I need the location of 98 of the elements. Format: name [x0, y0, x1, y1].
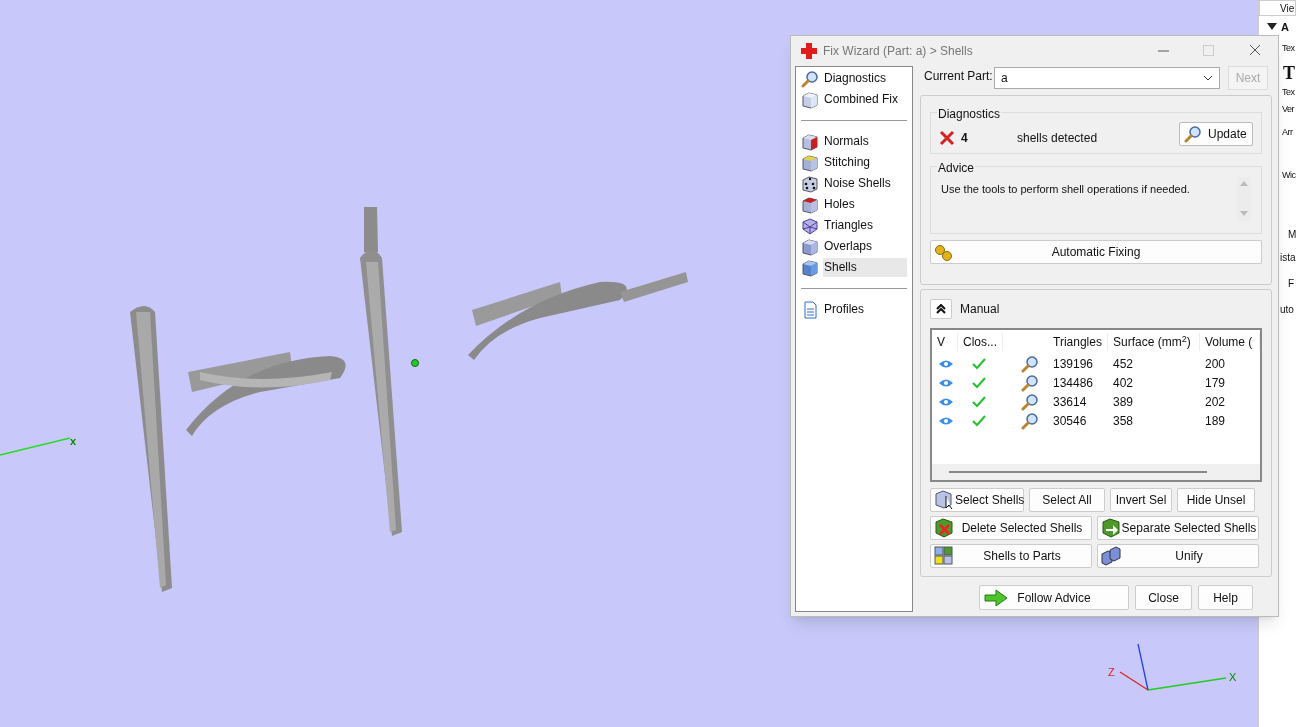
cross-icon	[801, 43, 817, 59]
axes-icon	[1119, 643, 1227, 691]
status-text: shells detected	[1017, 130, 1099, 147]
nav-item[interactable]: Stitching	[823, 153, 907, 172]
collapse-button[interactable]	[930, 299, 952, 319]
nav-item[interactable]: Combined Fix	[823, 90, 907, 109]
advice-text: Use the tools to perform shell operations if needed.	[941, 182, 1191, 197]
footer-button[interactable]: Help	[1198, 585, 1253, 610]
action-button[interactable]: Invert Sel	[1110, 488, 1172, 512]
nav-item[interactable]: Triangles	[823, 216, 907, 235]
cube-icon	[801, 237, 819, 256]
cube-icon	[801, 90, 819, 109]
table-cell-text: 200	[1204, 355, 1227, 373]
panel-label: ista	[1280, 250, 1296, 265]
table-cell-text: 389	[1112, 393, 1135, 411]
panel-label: uto	[1280, 302, 1294, 317]
table-cell-text: 134486	[1052, 374, 1095, 392]
magnifier-icon	[801, 69, 819, 88]
zoom-icon[interactable]	[1021, 392, 1039, 411]
automatic-fixing-button[interactable]: Automatic Fixing	[930, 240, 1262, 264]
table-cell-text: 452	[1112, 355, 1135, 373]
axis-label: X	[1229, 672, 1237, 683]
panel-label: M	[1288, 227, 1296, 242]
nav-item[interactable]: Overlaps	[823, 237, 907, 256]
joined-cubes-icon	[1101, 546, 1121, 566]
panel-label: Wic	[1282, 169, 1296, 183]
cube-icon	[801, 258, 819, 277]
table-cell-text: 202	[1204, 393, 1227, 411]
nav-item[interactable]: Normals	[823, 132, 907, 151]
action-button[interactable]: Delete Selected Shells	[930, 516, 1092, 540]
cube-cursor-icon	[934, 490, 954, 510]
axis-line	[0, 437, 71, 456]
action-button[interactable]: Unify	[1097, 544, 1259, 568]
table-cell-text: 402	[1112, 374, 1135, 392]
column-header[interactable]: V	[932, 333, 958, 351]
action-button[interactable]: Select All	[1029, 488, 1105, 512]
column-header[interactable]: Volume (	[1200, 333, 1260, 351]
double-chevron-icon	[936, 304, 946, 314]
dice-icon	[801, 174, 819, 193]
panel-label: Tex	[1282, 86, 1295, 100]
nav-item[interactable]: Diagnostics	[823, 69, 907, 88]
table-cell-text: 358	[1112, 412, 1135, 430]
zoom-icon[interactable]	[1021, 354, 1039, 373]
panel-label: A	[1281, 19, 1289, 35]
nav-item[interactable]: Profiles	[823, 300, 907, 319]
arrow-icon	[984, 589, 1008, 607]
table-cell-text: 30546	[1052, 412, 1088, 430]
nav-item[interactable]: Shells	[823, 258, 907, 277]
column-header[interactable]: Clos...	[958, 333, 1003, 351]
cubes-icon	[934, 546, 954, 566]
panel-label: Tex	[1282, 42, 1295, 56]
collapse-icon[interactable]	[1267, 23, 1277, 31]
document-icon	[801, 300, 819, 319]
count-label: 4	[961, 130, 969, 147]
action-button[interactable]: Select Shells	[930, 488, 1024, 512]
section-title: Manual	[960, 301, 1000, 318]
pivot-marker	[411, 359, 419, 367]
scrollbar[interactable]	[932, 464, 1260, 480]
zoom-icon[interactable]	[1021, 373, 1039, 392]
separate-cube-icon	[1101, 518, 1121, 538]
panel-label: Vie	[1280, 1, 1295, 16]
update-button[interactable]: Update	[1179, 122, 1253, 146]
field-label: Current Part:	[923, 67, 994, 85]
panel-label: F	[1288, 276, 1295, 291]
cube-icon	[801, 132, 819, 151]
footer-button[interactable]: Close	[1135, 585, 1192, 610]
window-title: Fix Wizard (Part: a) > Shells	[823, 43, 974, 60]
wireframe-cube-icon	[801, 216, 819, 235]
table-cell-text: 139196	[1052, 355, 1095, 373]
eye-icon[interactable]	[938, 377, 954, 388]
column-header[interactable]: Triangles	[1048, 333, 1108, 351]
action-button[interactable]: Hide Unsel	[1177, 488, 1255, 512]
cube-icon	[801, 153, 819, 172]
cube-icon	[801, 195, 819, 214]
part-dropdown[interactable]: a	[994, 67, 1220, 89]
column-header[interactable]: Surface (mm$^{2}$)	[1108, 333, 1200, 351]
table-cell-text: 33614	[1052, 393, 1088, 411]
footer-button[interactable]: Follow Advice	[979, 585, 1129, 610]
magnifier-icon	[1184, 125, 1202, 143]
action-button[interactable]: Shells to Parts	[930, 544, 1092, 568]
eye-icon[interactable]	[938, 396, 954, 407]
panel-label: Ver	[1282, 103, 1295, 117]
table-cell-text: 179	[1204, 374, 1227, 392]
axis-label: Z	[1108, 667, 1115, 678]
zoom-icon[interactable]	[1021, 411, 1039, 430]
panel-label: Arr	[1282, 126, 1293, 140]
eye-icon[interactable]	[938, 415, 954, 426]
eye-icon[interactable]	[938, 358, 954, 369]
action-button[interactable]: Separate Selected Shells	[1097, 516, 1259, 540]
chevron-icon	[1203, 75, 1213, 81]
panel-label: T	[1283, 61, 1295, 85]
nav-item[interactable]: Noise Shells	[823, 174, 907, 193]
delete-cube-icon	[934, 518, 954, 538]
error-icon	[939, 130, 955, 146]
axis-label: x	[70, 436, 77, 447]
nav-item[interactable]: Holes	[823, 195, 907, 214]
table-cell-text: 189	[1204, 412, 1227, 430]
scrollbar-thumb[interactable]	[949, 471, 1207, 473]
